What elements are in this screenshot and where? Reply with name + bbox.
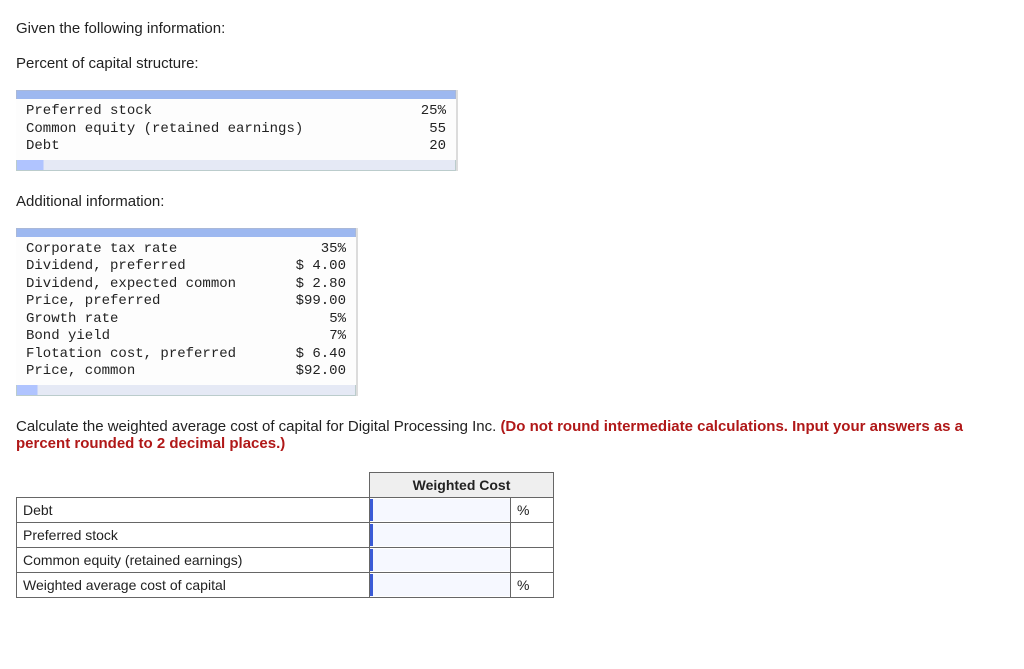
answer-table: Weighted Cost Debt % Preferred stock Com…: [16, 472, 554, 598]
row-value: 20: [429, 138, 446, 156]
table-row: Dividend, preferred $ 4.00: [26, 258, 346, 276]
row-label: Common equity (retained earnings): [17, 547, 370, 572]
unit-label: [511, 522, 554, 547]
row-label: Weighted average cost of capital: [17, 572, 370, 597]
row-value: $92.00: [296, 363, 346, 381]
row-value: $ 4.00: [296, 258, 346, 276]
row-label: Common equity (retained earnings): [26, 121, 429, 139]
row-value: $ 6.40: [296, 346, 346, 364]
scroll-hint: [16, 160, 456, 171]
row-label: Preferred stock: [26, 103, 421, 121]
row-value: 35%: [321, 241, 346, 259]
table-row: Common equity (retained earnings) 55: [26, 121, 446, 139]
table-row: Debt 20: [26, 138, 446, 156]
row-label: Bond yield: [26, 328, 329, 346]
unit-label: %: [511, 572, 554, 597]
question-text: Calculate the weighted average cost of c…: [16, 418, 1008, 452]
table-row: Price, preferred $99.00: [26, 293, 346, 311]
table-row: Preferred stock 25%: [26, 103, 446, 121]
unit-label: %: [511, 497, 554, 522]
additional-info-block: Corporate tax rate 35% Dividend, preferr…: [16, 228, 358, 396]
row-value: $ 2.80: [296, 276, 346, 294]
scroll-hint: [16, 385, 356, 396]
debt-input[interactable]: [370, 499, 510, 521]
row-label: Corporate tax rate: [26, 241, 321, 259]
row-value: 55: [429, 121, 446, 139]
table-row: Weighted average cost of capital %: [17, 572, 554, 597]
question-plain: Calculate the weighted average cost of c…: [16, 418, 500, 435]
row-label: Flotation cost, preferred: [26, 346, 296, 364]
row-value: 25%: [421, 103, 446, 121]
weighted-cost-header: Weighted Cost: [370, 472, 554, 497]
row-label: Debt: [17, 497, 370, 522]
row-label: Dividend, preferred: [26, 258, 296, 276]
table-row: Preferred stock: [17, 522, 554, 547]
table-row: Dividend, expected common $ 2.80: [26, 276, 346, 294]
section2-title: Additional information:: [16, 193, 1008, 210]
unit-label: [511, 547, 554, 572]
common-equity-input[interactable]: [370, 549, 510, 571]
row-label: Debt: [26, 138, 429, 156]
table-row: Flotation cost, preferred $ 6.40: [26, 346, 346, 364]
section1-title: Percent of capital structure:: [16, 55, 1008, 72]
wacc-input[interactable]: [370, 574, 510, 596]
row-label: Price, common: [26, 363, 296, 381]
row-label: Preferred stock: [17, 522, 370, 547]
table-row: Debt %: [17, 497, 554, 522]
table-row: Common equity (retained earnings): [17, 547, 554, 572]
preferred-stock-input[interactable]: [370, 524, 510, 546]
intro-text: Given the following information:: [16, 20, 1008, 37]
scroll-hint: [16, 228, 356, 237]
row-value: $99.00: [296, 293, 346, 311]
row-value: 5%: [329, 311, 346, 329]
row-label: Dividend, expected common: [26, 276, 296, 294]
row-value: 7%: [329, 328, 346, 346]
row-label: Price, preferred: [26, 293, 296, 311]
table-row: Corporate tax rate 35%: [26, 241, 346, 259]
scroll-hint: [16, 90, 456, 99]
table-row: Growth rate 5%: [26, 311, 346, 329]
row-label: Growth rate: [26, 311, 329, 329]
capital-structure-block: Preferred stock 25% Common equity (retai…: [16, 90, 458, 171]
table-row: Bond yield 7%: [26, 328, 346, 346]
table-row: Price, common $92.00: [26, 363, 346, 381]
